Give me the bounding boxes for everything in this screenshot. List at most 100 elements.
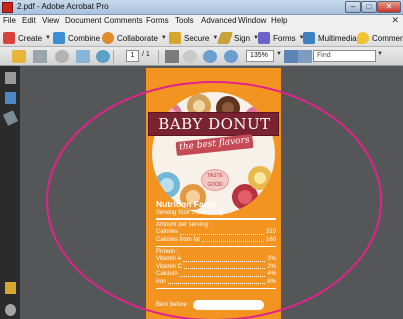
- nutrient-label: Calories from fat: [156, 236, 201, 243]
- menu-forms[interactable]: Forms: [146, 16, 169, 25]
- previous-page-icon[interactable]: [102, 50, 111, 63]
- multimedia-icon: [303, 32, 315, 44]
- pages-icon[interactable]: [5, 72, 16, 84]
- menu-view[interactable]: View: [42, 16, 59, 25]
- nutrition-row: Calories 310: [156, 229, 276, 237]
- best-before-field: [193, 300, 265, 310]
- nutrition-title: Nutrition Facts: [156, 199, 216, 209]
- combine-icon: [53, 32, 65, 44]
- document-canvas[interactable]: BABY DONUT the best flavors TASTE GOOD N…: [20, 66, 403, 319]
- sign-button[interactable]: Sign ▼: [216, 31, 259, 45]
- print-icon[interactable]: [33, 50, 47, 63]
- pen-icon: [216, 32, 234, 44]
- menu-comments[interactable]: Comments: [104, 16, 143, 25]
- donut-image: [248, 166, 272, 190]
- comments-icon[interactable]: [5, 282, 16, 294]
- bookmarks-icon[interactable]: [5, 92, 16, 104]
- forms-button[interactable]: Forms ▼: [258, 31, 305, 45]
- navigation-toolbar: 1 / 1 135% ▼ Find ▼: [0, 47, 403, 66]
- divider: [156, 246, 276, 247]
- nutrition-row: Vitamin C 2%: [156, 264, 276, 272]
- menu-help[interactable]: Help: [271, 16, 287, 25]
- menu-bar: File Edit View Document Comments Forms T…: [0, 15, 403, 28]
- best-before-label: Best before :: [156, 302, 191, 308]
- fit-page-icon[interactable]: [284, 50, 298, 63]
- minimize-button[interactable]: –: [345, 1, 361, 13]
- menu-advanced[interactable]: Advanced: [201, 16, 237, 25]
- nutrient-label: Calcium: [156, 271, 178, 277]
- sign-label: Sign: [234, 33, 251, 43]
- donut-image: [154, 172, 180, 198]
- zoom-out-icon[interactable]: [203, 50, 217, 63]
- taste-good-badge: TASTE GOOD: [201, 169, 229, 191]
- collaborate-icon: [102, 32, 114, 44]
- page-count: / 1: [142, 51, 150, 58]
- email-icon[interactable]: [76, 50, 90, 63]
- nutrition-row: Iron 8%: [156, 279, 276, 287]
- page-number-input[interactable]: 1: [126, 50, 139, 62]
- nutrient-label: Calories: [156, 229, 179, 235]
- nutrient-label: Iron: [156, 278, 167, 285]
- create-pdf-icon: [3, 32, 15, 44]
- nutrient-value: 3%: [267, 256, 276, 262]
- nutrition-row: Calories from fat 160: [156, 237, 276, 245]
- settings-icon[interactable]: [55, 50, 69, 63]
- forms-icon: [258, 32, 270, 44]
- menu-file[interactable]: File: [3, 16, 16, 25]
- comment-bubble-icon: [357, 32, 369, 44]
- maximize-button[interactable]: □: [361, 1, 377, 13]
- menu-edit[interactable]: Edit: [22, 16, 36, 25]
- multimedia-label: Multimedia: [318, 33, 357, 43]
- nutrient-value: 310: [265, 229, 276, 235]
- nutrient-value: 2%: [267, 263, 276, 270]
- comment-button[interactable]: Comment ▼: [357, 31, 403, 45]
- open-folder-icon[interactable]: [12, 50, 26, 63]
- task-toolbar: Create ▼ Combine ▼ Collaborate ▼ Secure …: [0, 28, 403, 47]
- donut-illustration: [152, 92, 275, 215]
- nutrient-value: 8%: [267, 278, 276, 285]
- zoom-in-icon[interactable]: [224, 50, 238, 63]
- secure-label: Secure: [184, 33, 210, 43]
- divider: [156, 288, 276, 289]
- lock-icon: [169, 32, 181, 44]
- navigation-panel: [0, 66, 20, 319]
- comment-label: Comment: [372, 33, 403, 43]
- chevron-down-icon: ▼: [160, 35, 167, 41]
- create-label: Create: [18, 33, 43, 43]
- zoom-level-input[interactable]: 135%: [246, 50, 274, 62]
- nutrition-row: Calcium 4%: [156, 271, 276, 279]
- divider: [156, 218, 276, 220]
- attachments-icon[interactable]: [5, 304, 16, 316]
- nutrient-label: Vitamin C: [156, 263, 182, 270]
- signatures-icon[interactable]: [2, 110, 19, 126]
- find-input[interactable]: Find: [313, 50, 376, 62]
- close-window-button[interactable]: ✕: [377, 1, 401, 13]
- menu-tools[interactable]: Tools: [175, 16, 194, 25]
- chevron-down-icon: ▼: [45, 35, 51, 41]
- chevron-down-icon[interactable]: ▼: [276, 51, 282, 57]
- acrobat-app-icon: [2, 2, 13, 13]
- nutrition-facts: Nutrition Facts Serving Size 1 donut 67g…: [156, 199, 276, 290]
- collaborate-label: Collaborate: [117, 33, 158, 43]
- nutrient-value: 160: [265, 236, 276, 243]
- nutrition-row: Vitamin A 3%: [156, 256, 276, 264]
- collaborate-button[interactable]: Collaborate ▼: [102, 31, 167, 45]
- nutrient-label: Vitamin A: [156, 256, 182, 262]
- close-document-icon[interactable]: ✕: [391, 15, 399, 26]
- secure-button[interactable]: Secure ▼: [169, 31, 218, 45]
- best-before: Best before :: [156, 300, 265, 310]
- menu-document[interactable]: Document: [65, 16, 101, 25]
- combine-button[interactable]: Combine ▼: [53, 31, 109, 45]
- serving-size: Serving Size 1 donut 67g: [156, 210, 224, 216]
- create-button[interactable]: Create ▼: [3, 31, 51, 45]
- window-title: 2.pdf - Adobe Acrobat Pro: [17, 2, 109, 11]
- toolbar-divider: [158, 50, 159, 63]
- poster-title: BABY DONUT: [158, 115, 271, 133]
- protein-label: Protein :: [156, 249, 179, 255]
- hand-tool-icon[interactable]: [183, 50, 197, 63]
- amount-label: Amount per serving :: [156, 222, 212, 228]
- select-tool-icon[interactable]: [165, 50, 179, 63]
- menu-window[interactable]: Window: [238, 16, 266, 25]
- fit-width-icon[interactable]: [298, 50, 312, 63]
- chevron-down-icon[interactable]: ▼: [377, 51, 383, 57]
